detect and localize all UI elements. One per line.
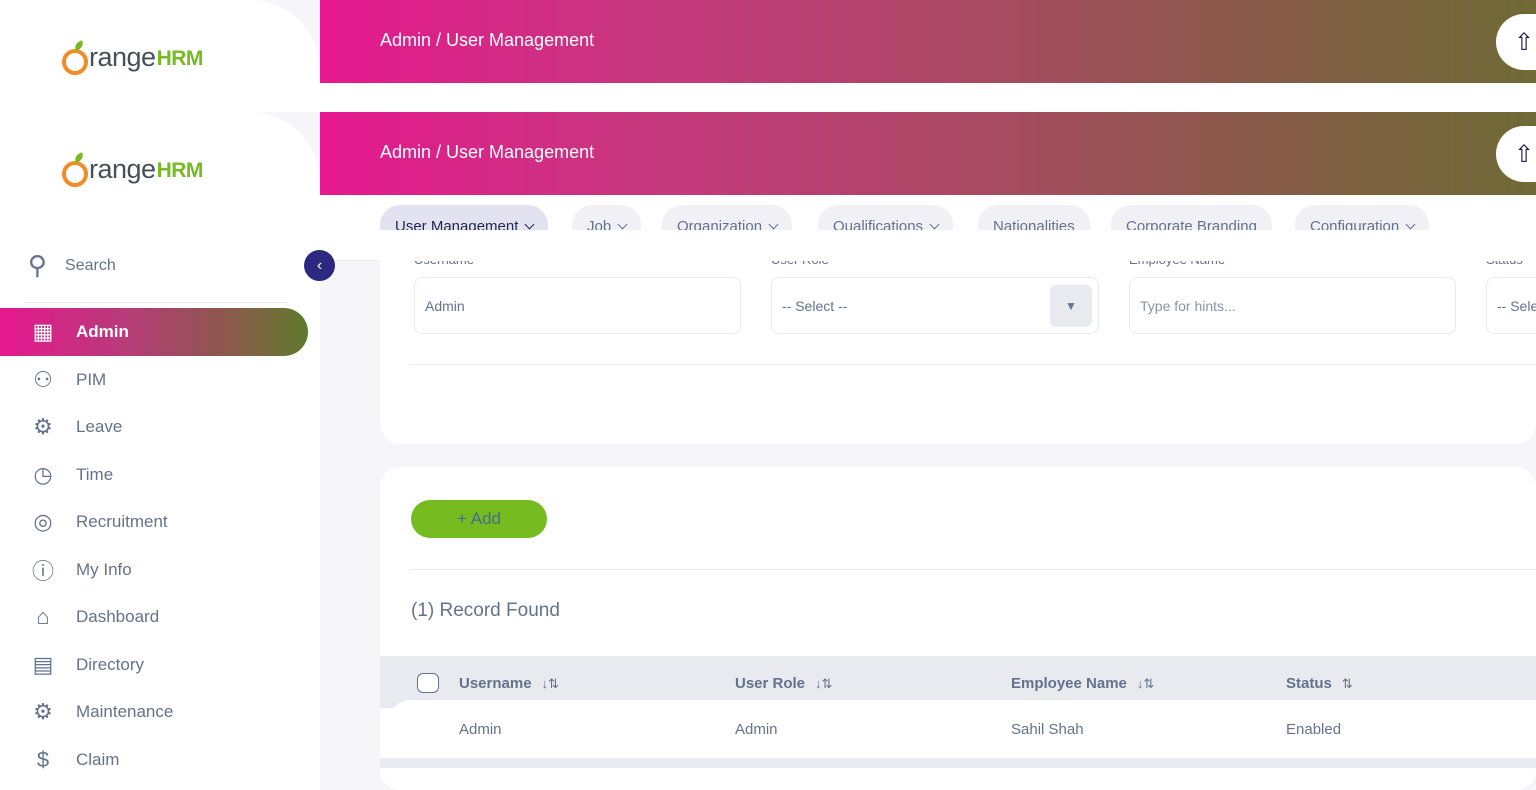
topbar: Admin / User Management ⇧ (320, 112, 1536, 195)
chevron-down-icon (1405, 219, 1416, 229)
my-info-icon: ⓘ (31, 559, 54, 584)
collapse-sidebar-button[interactable]: ‹ (304, 250, 335, 281)
results-divider (410, 569, 1536, 570)
search-label: Search (65, 256, 116, 274)
logo-ghost: range HRM (62, 42, 203, 75)
sidebar-item-label: Leave (76, 417, 123, 436)
search-divider (24, 302, 288, 303)
cell-status: Enabled (1286, 721, 1342, 738)
topbar-ghost: Admin / User Management ⇧ (320, 0, 1536, 83)
sidebar-item-claim[interactable]: $ Claim (0, 736, 308, 784)
sidebar-item-my-info[interactable]: ⓘ My Info (0, 546, 308, 594)
chevron-down-icon (617, 219, 628, 229)
table-row[interactable]: Admin Admin Sahil Shah Enabled (390, 700, 1536, 758)
sidebar-item-label: Maintenance (76, 702, 174, 721)
sidebar-item-dashboard[interactable]: ⌂ Dashboard (0, 593, 308, 641)
breadcrumb: Admin / User Management (380, 142, 595, 162)
status-select[interactable]: -- Sele (1486, 277, 1536, 334)
select-all-checkbox[interactable] (417, 673, 439, 693)
filter-divider (410, 364, 1536, 365)
recruitment-icon: ◎ (33, 509, 53, 534)
sidebar-item-directory[interactable]: ▤ Directory (0, 641, 308, 689)
table-footer-strip (380, 758, 1536, 768)
sidebar-search[interactable]: ⚲ Search (28, 250, 116, 281)
orange-logo-icon (62, 49, 88, 75)
dashboard-icon: ⌂ (36, 604, 50, 629)
admin-icon: ▦ (32, 319, 54, 344)
user-role-select[interactable]: -- Select -- ▼ (771, 277, 1099, 334)
directory-icon: ▤ (32, 652, 54, 677)
chevron-down-icon (524, 219, 535, 229)
sidebar-item-label: Dashboard (76, 607, 160, 626)
upgrade-button[interactable]: ⇧ (1496, 126, 1536, 182)
column-username: Username ↓⇅ (459, 675, 559, 692)
caret-down-icon: ▼ (1050, 285, 1092, 327)
employee-name-input[interactable]: Type for hints... (1129, 277, 1456, 334)
chevron-down-icon (929, 219, 940, 229)
sidebar-item-recruitment[interactable]: ◎ Recruitment (0, 498, 308, 546)
cell-username: Admin (459, 721, 502, 738)
sort-icon[interactable]: ↓⇅ (1137, 676, 1154, 691)
orangehrm-logo: range HRM (62, 154, 203, 187)
upgrade-icon: ⇧ (1514, 29, 1535, 56)
claim-icon: $ (36, 747, 50, 772)
maintenance-icon: ⚙ (33, 699, 53, 724)
tabs-ghost (320, 83, 1536, 112)
pim-icon: ⚇ (33, 367, 53, 392)
time-icon: ◷ (33, 462, 53, 487)
username-input[interactable]: Admin (414, 277, 741, 334)
breadcrumb-ghost: Admin / User Management (380, 30, 595, 50)
upgrade-button-ghost[interactable]: ⇧ (1496, 14, 1536, 70)
sort-icon[interactable]: ⇅ (1342, 676, 1353, 691)
chevron-down-icon (768, 219, 779, 229)
filter-card (380, 230, 1536, 444)
leave-icon: ⚙ (33, 414, 53, 439)
sidebar-item-admin[interactable]: ▦ Admin (0, 308, 308, 356)
sidebar-item-label: PIM (76, 370, 107, 389)
sort-icon[interactable]: ↓⇅ (542, 676, 559, 691)
column-status: Status ⇅ (1286, 675, 1353, 692)
orange-logo-icon (62, 161, 88, 187)
sidebar-item-label: Claim (76, 750, 120, 769)
search-icon: ⚲ (28, 250, 48, 280)
sort-icon[interactable]: ↓⇅ (815, 676, 832, 691)
upgrade-icon: ⇧ (1514, 141, 1535, 168)
sidebar-item-pim[interactable]: ⚇ PIM (0, 356, 308, 404)
chevron-left-icon: ‹ (316, 256, 323, 274)
records-found: (1) Record Found (411, 600, 560, 621)
sidebar-item-label: Directory (76, 655, 145, 674)
sidebar-item-maintenance[interactable]: ⚙ Maintenance (0, 688, 308, 736)
sidebar-item-label: Time (76, 465, 114, 484)
column-employee-name: Employee Name ↓⇅ (1011, 675, 1155, 692)
cell-employee-name: Sahil Shah (1011, 721, 1084, 738)
sidebar-item-time[interactable]: ◷ Time (0, 451, 308, 499)
sidebar-item-label: Admin (76, 322, 129, 341)
sidebar-item-label: My Info (76, 560, 132, 579)
column-user-role: User Role ↓⇅ (735, 675, 833, 692)
sidebar-item-leave[interactable]: ⚙ Leave (0, 403, 308, 451)
cell-user-role: Admin (735, 721, 778, 738)
add-button[interactable]: + Add (411, 500, 547, 538)
sidebar-item-label: Recruitment (76, 512, 168, 531)
